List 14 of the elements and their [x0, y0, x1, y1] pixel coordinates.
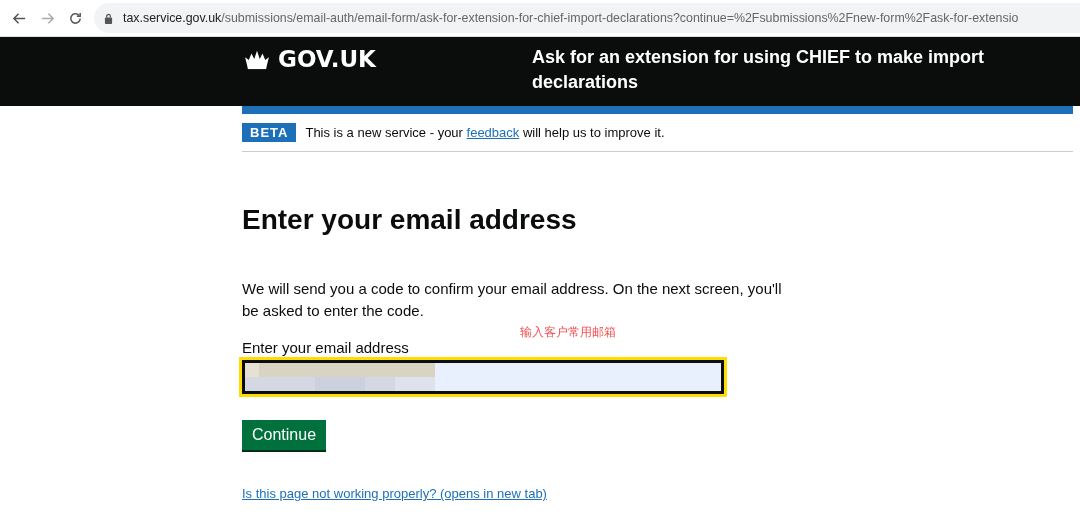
service-name[interactable]: Ask for an extension for using CHIEF to make import declarations [532, 45, 1032, 95]
page-heading: Enter your email address [242, 204, 578, 236]
govuk-logo[interactable]: GOV.UK [242, 45, 532, 73]
reload-icon[interactable] [68, 10, 83, 26]
phase-tag: BETA [242, 123, 297, 142]
email-input-field[interactable] [242, 360, 724, 394]
annotation-note: 输入客户常用邮箱 [520, 324, 616, 341]
help-link[interactable]: Is this page not working properly? (opens in new tab) [242, 486, 547, 501]
phase-banner-text: This is a new service - your feedback will help us to improve it. [305, 125, 665, 140]
email-label: Enter your email address [242, 339, 410, 356]
feedback-link[interactable]: feedback [466, 125, 520, 140]
lock-icon [104, 12, 113, 24]
intro-text: We will send you a code to confirm your email address. On the next screen, you'll be asked to enter the code. [242, 279, 782, 321]
continue-button[interactable]: Continue [242, 420, 327, 450]
